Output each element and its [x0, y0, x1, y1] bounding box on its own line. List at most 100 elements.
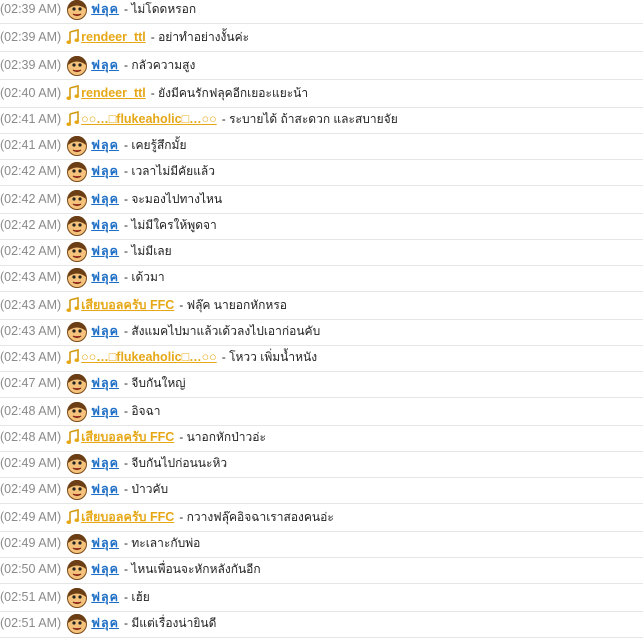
- message-timestamp: (02:42 AM): [0, 164, 62, 178]
- username-link[interactable]: ฟลุค: [91, 0, 119, 19]
- boy-face-emoticon-icon: [66, 452, 88, 474]
- chat-message-row: (02:43 AM) เสียบอลครับ FFC - ฟลุ๊ค นายอกห…: [0, 292, 643, 320]
- message-text: - ระบายได้ ถ้าสะดวก และสบายจัย: [221, 111, 398, 126]
- chat-message-row: (02:39 AM) rendeer_ttl - อย่าทำอย่างงั้นค…: [0, 24, 643, 52]
- username-link[interactable]: ฟลุค: [91, 241, 119, 261]
- message-text: - ฟลุ๊ค นายอกหักหรอ: [179, 297, 287, 312]
- message-timestamp: (02:48 AM): [0, 430, 62, 444]
- message-text: - จีบกันไปก่อนนะหิว: [124, 455, 228, 470]
- music-note-icon: [66, 84, 80, 101]
- username-link[interactable]: ฟลุค: [91, 559, 119, 579]
- music-note-icon: [66, 28, 80, 45]
- message-text: - ยังมีคนรักฟลุคอีกเยอะแยะน้า: [150, 85, 309, 100]
- message-timestamp: (02:51 AM): [0, 616, 62, 630]
- username-link[interactable]: ฟลุค: [91, 321, 119, 341]
- chat-message-row: (02:41 AM) ฟลุค - เคยรู้สึกมั้ย: [0, 134, 643, 160]
- message-text: - นาอกหักป่าวอ่ะ: [179, 429, 266, 444]
- boy-face-emoticon-icon: [66, 372, 88, 394]
- boy-face-emoticon-icon: [66, 188, 88, 210]
- username-link[interactable]: ฟลุค: [91, 533, 119, 553]
- username-link[interactable]: ฟลุค: [91, 189, 119, 209]
- chat-message-row: (02:49 AM) ฟลุค - ป่าวคับ: [0, 478, 643, 504]
- boy-face-emoticon-icon: [66, 240, 88, 262]
- message-timestamp: (02:51 AM): [0, 590, 62, 604]
- boy-face-emoticon-icon: [66, 558, 88, 580]
- message-text: - โหวว เพิ่มน้ำหนัง: [221, 349, 318, 364]
- chat-message-row: (02:42 AM) ฟลุค - เวลาไม่มีคัยแล้ว: [0, 160, 643, 186]
- message-timestamp: (02:49 AM): [0, 510, 62, 524]
- username-link[interactable]: rendeer_ttl: [81, 30, 146, 44]
- boy-face-emoticon-icon: [66, 478, 88, 500]
- username-link[interactable]: ฟลุค: [91, 215, 119, 235]
- message-text: - อย่าทำอย่างงั้นค่ะ: [150, 29, 250, 44]
- message-timestamp: (02:42 AM): [0, 218, 62, 232]
- chat-message-row: (02:49 AM) ฟลุค - ทะเลาะกับพ่อ: [0, 532, 643, 558]
- boy-face-emoticon-icon: [66, 54, 88, 76]
- message-text: - อิจฉา: [124, 403, 161, 418]
- username-link[interactable]: เสียบอลครับ FFC: [81, 427, 174, 447]
- boy-face-emoticon-icon: [66, 266, 88, 288]
- chat-message-row: (02:39 AM) ฟลุค - ไม่โดดหรอก: [0, 0, 643, 24]
- message-timestamp: (02:49 AM): [0, 456, 62, 470]
- boy-face-emoticon-icon: [66, 134, 88, 156]
- username-link[interactable]: ฟลุค: [91, 161, 119, 181]
- chat-message-row: (02:47 AM) ฟลุค - จีบกันใหญ่: [0, 372, 643, 398]
- message-timestamp: (02:42 AM): [0, 192, 62, 206]
- chat-message-row: (02:40 AM) rendeer_ttl - ยังมีคนรักฟลุคอี…: [0, 80, 643, 108]
- message-text: - มีแต่เรื่องน่ายินดี: [124, 615, 217, 630]
- message-timestamp: (02:39 AM): [0, 58, 62, 72]
- username-link[interactable]: ฟลุค: [91, 135, 119, 155]
- username-link[interactable]: rendeer_ttl: [81, 86, 146, 100]
- message-text: - ป่าวคับ: [124, 481, 169, 496]
- message-text: - เคยรู้สึกมั้ย: [124, 137, 187, 152]
- chat-message-row: (02:43 AM) ฟลุค - เด้วมา: [0, 266, 643, 292]
- boy-face-emoticon-icon: [66, 320, 88, 342]
- boy-face-emoticon-icon: [66, 612, 88, 634]
- chat-message-row: (02:49 AM) เสียบอลครับ FFC - กวางฟลุ๊คอิจ…: [0, 504, 643, 532]
- chat-message-row: (02:51 AM) ฟลุค - มีแต่เรื่องน่ายินดี: [0, 612, 643, 638]
- username-link[interactable]: ฟลุค: [91, 401, 119, 421]
- chat-message-row: (02:51 AM) ฟลุค - เฮ้ย: [0, 584, 643, 612]
- message-timestamp: (02:43 AM): [0, 324, 62, 338]
- message-timestamp: (02:41 AM): [0, 112, 62, 126]
- username-link[interactable]: ฟลุค: [91, 453, 119, 473]
- message-timestamp: (02:47 AM): [0, 376, 62, 390]
- username-link[interactable]: ○○…□flukeaholic□…○○: [81, 112, 217, 126]
- message-timestamp: (02:50 AM): [0, 562, 62, 576]
- username-link[interactable]: ฟลุค: [91, 373, 119, 393]
- chat-message-row: (02:39 AM) ฟลุค - กลัวความสูง: [0, 52, 643, 80]
- message-text: - ไม่มีใครให้พูดจา: [124, 217, 217, 232]
- message-timestamp: (02:40 AM): [0, 86, 62, 100]
- username-link[interactable]: ○○…□flukeaholic□…○○: [81, 350, 217, 364]
- username-link[interactable]: ฟลุค: [91, 267, 119, 287]
- username-link[interactable]: เสียบอลครับ FFC: [81, 507, 174, 527]
- chat-message-row: (02:42 AM) ฟลุค - ไม่มีใครให้พูดจา: [0, 214, 643, 240]
- message-text: - กลัวความสูง: [124, 57, 196, 72]
- message-timestamp: (02:43 AM): [0, 350, 62, 364]
- message-text: - จะมองไปทางไหน: [124, 191, 223, 206]
- chat-message-row: (02:50 AM) ฟลุค - ไหนเพื่อนจะหักหลังกันอี…: [0, 558, 643, 584]
- boy-face-emoticon-icon: [66, 0, 88, 20]
- music-note-icon: [66, 348, 80, 365]
- chat-message-row: (02:48 AM) เสียบอลครับ FFC - นาอกหักป่าวอ…: [0, 426, 643, 452]
- message-text: - เด้วมา: [124, 269, 165, 284]
- boy-face-emoticon-icon: [66, 160, 88, 182]
- username-link[interactable]: ฟลุค: [91, 55, 119, 75]
- chat-message-row: (02:42 AM) ฟลุค - ไม่มีเลย: [0, 240, 643, 266]
- music-note-icon: [66, 296, 80, 313]
- chat-message-row: (02:48 AM) ฟลุค - อิจฉา: [0, 398, 643, 426]
- username-link[interactable]: ฟลุค: [91, 613, 119, 633]
- boy-face-emoticon-icon: [66, 586, 88, 608]
- chat-message-row: (02:43 AM) ฟลุค - สังแมคไปมาแล้วเด้วลงไปเ…: [0, 320, 643, 346]
- message-text: - เวลาไม่มีคัยแล้ว: [124, 163, 216, 178]
- username-link[interactable]: ฟลุค: [91, 479, 119, 499]
- message-text: - ไหนเพื่อนจะหักหลังกันอีก: [124, 561, 261, 576]
- boy-face-emoticon-icon: [66, 400, 88, 422]
- username-link[interactable]: ฟลุค: [91, 587, 119, 607]
- music-note-icon: [66, 428, 80, 445]
- message-timestamp: (02:42 AM): [0, 244, 62, 258]
- username-link[interactable]: เสียบอลครับ FFC: [81, 295, 174, 315]
- message-timestamp: (02:48 AM): [0, 404, 62, 418]
- music-note-icon: [66, 508, 80, 525]
- chat-message-row: (02:41 AM) ○○…□flukeaholic□…○○ - ระบายได้…: [0, 108, 643, 134]
